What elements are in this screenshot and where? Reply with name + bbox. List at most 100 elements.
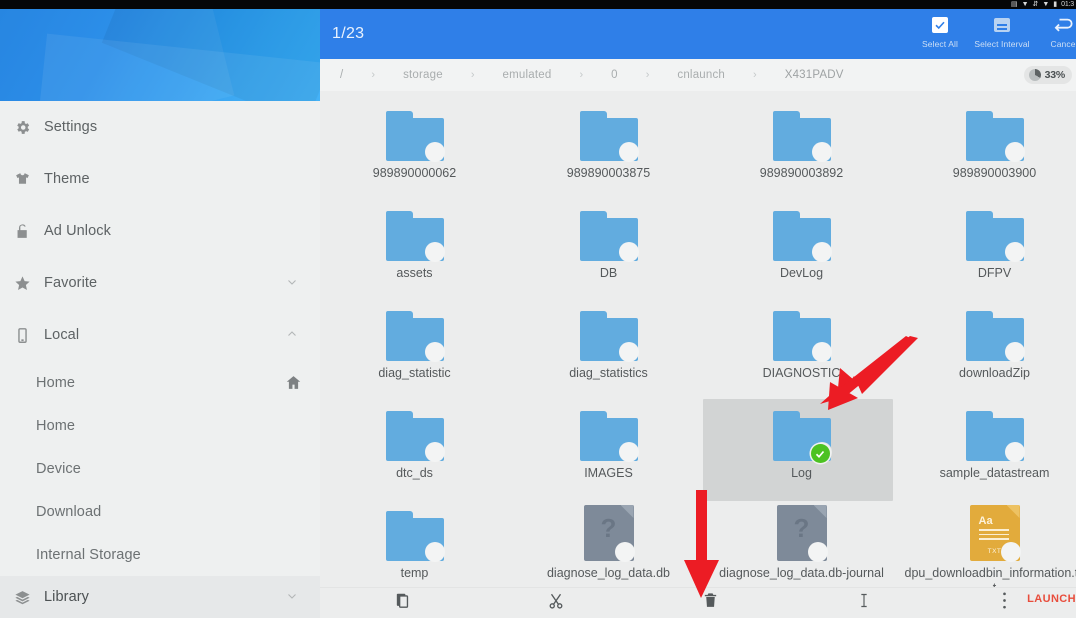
grid-item-label: Log <box>791 466 812 480</box>
grid-item-label: 989890003900 <box>952 166 1037 180</box>
folder-icon <box>579 299 639 362</box>
grid-item-label: IMAGES <box>584 466 633 480</box>
sidebar-subitem-label: Download <box>36 503 102 520</box>
sidebar-item-theme[interactable]: Theme <box>0 153 320 205</box>
grid-item-label: DFPV <box>977 266 1012 280</box>
delete-button[interactable] <box>680 588 740 618</box>
breadcrumb-separator: › <box>645 69 650 81</box>
sidebar-item-label: Theme <box>44 171 90 187</box>
status-bar: ▤ ▼ ⇵ ▼ ▮ 01:3 <box>0 0 1076 9</box>
grid-item[interactable]: DB <box>514 199 703 281</box>
folder-icon <box>385 299 445 362</box>
folder-icon <box>772 99 832 162</box>
sidebar-item-label: Settings <box>44 119 98 135</box>
sidebar-item-library[interactable]: Library <box>0 576 320 618</box>
breadcrumb-separator: › <box>579 69 584 81</box>
sidebar-item-local[interactable]: Local <box>0 309 320 361</box>
grid-item[interactable]: DFPV <box>900 199 1076 281</box>
grid-item-label: diagnose_log_data.db <box>546 566 671 580</box>
breadcrumb: / › storage › emulated › 0 › cnlaunch › … <box>320 59 1076 91</box>
grid-item[interactable]: downloadZip <box>900 299 1076 381</box>
star-icon <box>0 275 44 292</box>
grid-item-label: sample_datastream <box>939 466 1050 480</box>
battery-percent: 33% <box>1044 69 1066 81</box>
select-interval-label: Select Interval <box>974 39 1030 49</box>
copy-icon <box>394 592 411 614</box>
sidebar-nav-list: Settings Theme Ad Unlock Favorite Local … <box>0 101 320 618</box>
folder-icon <box>772 299 832 362</box>
copy-button[interactable] <box>372 588 432 618</box>
grid-item[interactable]: diag_statistic <box>320 299 509 381</box>
grid-item[interactable]: temp <box>320 499 509 581</box>
selection-count: 1/23 <box>332 25 365 42</box>
grid-item[interactable]: diag_statistics <box>514 299 703 381</box>
sidebar-subitem-device[interactable]: Device <box>0 447 320 490</box>
grid-item[interactable]: IMAGES <box>514 399 703 481</box>
unknown-file-icon: ? <box>583 499 635 562</box>
sidebar-subitem-home-root[interactable]: Home <box>0 361 320 404</box>
grid-item[interactable]: 989890003875 <box>514 99 703 181</box>
sidebar-subitem-label: Device <box>36 460 81 477</box>
grid-item[interactable]: Aa TXT dpu_downloadbin_information.txt <box>900 499 1076 596</box>
breadcrumb-x431padv[interactable]: X431PADV <box>783 69 846 81</box>
layers-icon <box>0 589 44 606</box>
more-button[interactable] <box>984 588 1024 618</box>
launch-watermark: LAUNCH <box>1027 593 1076 605</box>
folder-icon <box>385 499 445 562</box>
sidebar-item-ad-unlock[interactable]: Ad Unlock <box>0 205 320 257</box>
breadcrumb-separator: › <box>753 69 757 81</box>
battery-status: 33% <box>1023 66 1072 84</box>
grid-item-label: 989890003875 <box>566 166 651 180</box>
grid-item[interactable]: 989890003892 <box>707 99 896 181</box>
grid-item-label: diag_statistic <box>378 366 451 380</box>
status-bar-icons: ▤ ▼ ⇵ ▼ ▮ 01:3 <box>1011 0 1074 9</box>
grid-item[interactable]: 989890000062 <box>320 99 509 181</box>
grid-item[interactable]: assets <box>320 199 509 281</box>
grid-item[interactable]: ? diagnose_log_data.db-journal <box>707 499 896 581</box>
home-icon[interactable] <box>285 374 302 391</box>
cut-button[interactable] <box>526 588 586 618</box>
cancel-button[interactable]: Cancel <box>1028 14 1076 56</box>
grid-item-label: 989890003892 <box>759 166 844 180</box>
rename-button[interactable] <box>834 588 894 618</box>
sidebar-item-favorite[interactable]: Favorite <box>0 257 320 309</box>
grid-item[interactable]: DevLog <box>707 199 896 281</box>
selection-action-bar: 1/23 Select All Select Interval Cancel <box>320 9 1076 59</box>
sidebar-header-banner <box>0 9 320 101</box>
grid-item[interactable]: dtc_ds <box>320 399 509 481</box>
grid-item[interactable]: 989890003900 <box>900 99 1076 181</box>
battery-pie-icon <box>1028 69 1041 81</box>
sidebar-subitem-internal-storage[interactable]: Internal Storage <box>0 533 320 576</box>
sidebar-subitem-home[interactable]: Home <box>0 404 320 447</box>
breadcrumb-emulated[interactable]: emulated <box>501 69 554 81</box>
grid-item[interactable]: ? diagnose_log_data.db <box>514 499 703 581</box>
selected-check-icon <box>810 444 830 463</box>
chevron-down-icon[interactable] <box>286 276 302 291</box>
chevron-up-icon[interactable] <box>286 328 302 343</box>
breadcrumb-root[interactable]: / <box>338 69 345 81</box>
folder-icon <box>385 399 445 462</box>
phone-icon <box>0 327 44 344</box>
breadcrumb-storage[interactable]: storage <box>401 69 445 81</box>
unknown-file-icon: ? <box>776 499 828 562</box>
trash-icon <box>702 592 719 614</box>
tshirt-icon <box>0 171 44 188</box>
sidebar-item-label: Local <box>44 327 80 343</box>
checkbox-checked-icon <box>932 14 948 36</box>
text-file-aa-label: Aa <box>978 515 993 527</box>
breadcrumb-0[interactable]: 0 <box>609 69 620 81</box>
folder-icon <box>772 199 832 262</box>
folder-icon <box>385 99 445 162</box>
breadcrumb-cnlaunch[interactable]: cnlaunch <box>675 69 727 81</box>
sidebar-subitem-label: Home <box>36 417 76 434</box>
grid-item[interactable]: sample_datastream <box>900 399 1076 481</box>
grid-item-selected[interactable]: Log <box>707 399 896 481</box>
grid-item-label: downloadZip <box>959 366 1030 380</box>
grid-item-label: diag_statistics <box>569 366 648 380</box>
chevron-down-icon[interactable] <box>286 590 302 605</box>
sidebar-subitem-download[interactable]: Download <box>0 490 320 533</box>
grid-item-label: DB <box>599 266 618 280</box>
more-vertical-icon <box>1002 591 1007 615</box>
sidebar-item-settings[interactable]: Settings <box>0 101 320 153</box>
grid-item[interactable]: DIAGNOSTIC <box>707 299 896 381</box>
